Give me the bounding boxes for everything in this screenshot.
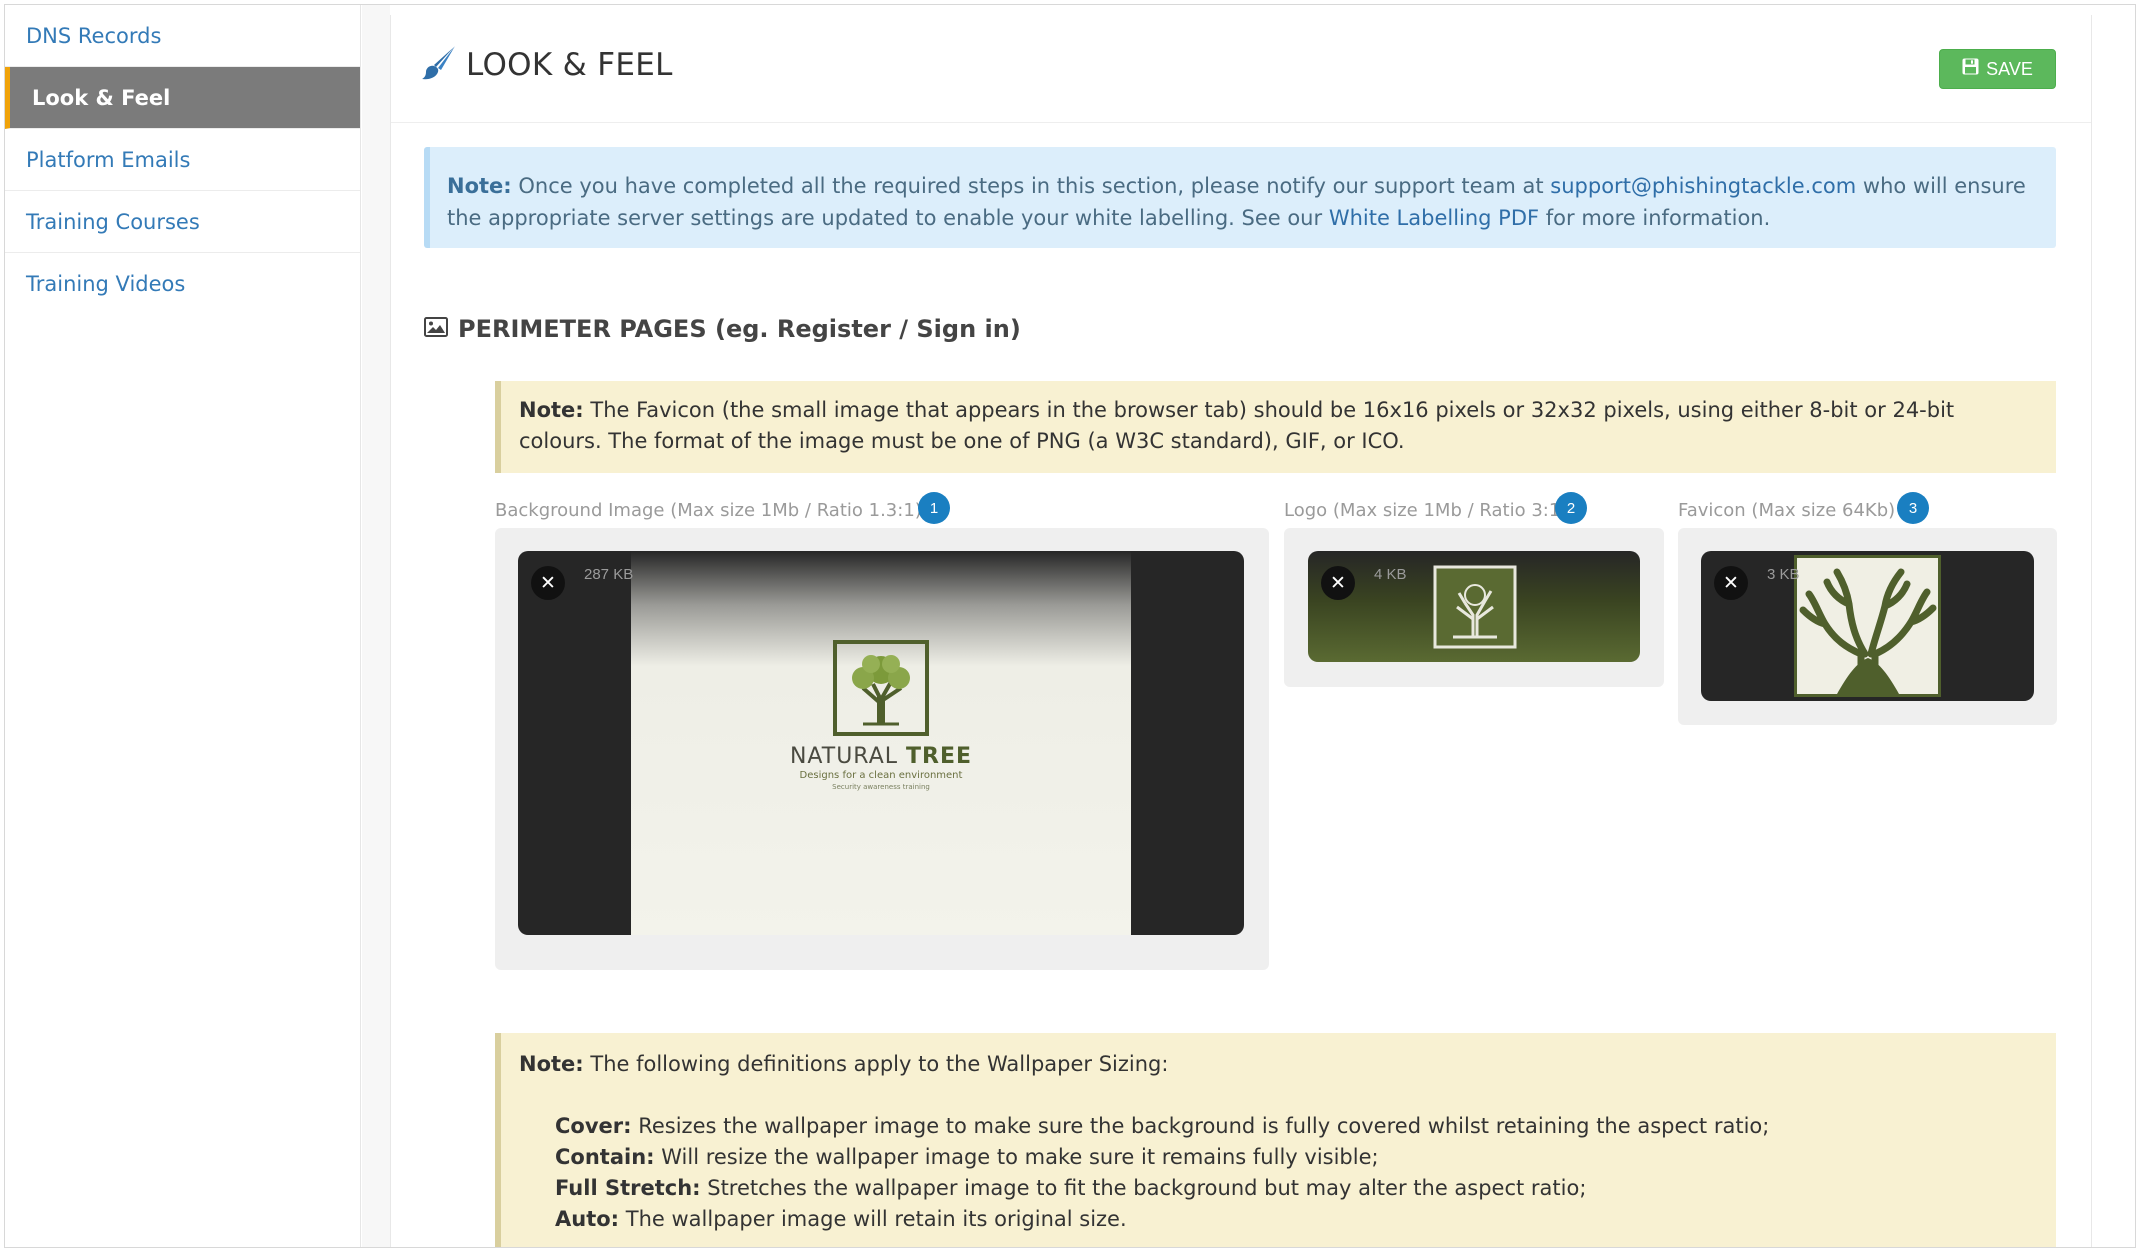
favicon-thumbnail [1794,555,1941,698]
remove-background-image-button[interactable]: ✕ [531,566,565,600]
logo-label: Logo (Max size 1Mb / Ratio 3:1) [1284,500,1568,521]
definition-term: Cover: [555,1114,632,1138]
note-label: Note: [447,174,512,198]
sidebar-item-platform-emails[interactable]: Platform Emails [5,129,360,191]
brand-subtag: Security awareness training [832,783,930,791]
definition-contain: Contain: Will resize the wallpaper image… [519,1142,2040,1173]
paint-brush-icon [422,45,456,85]
perimeter-pages-heading: PERIMETER PAGES (eg. Register / Sign in) [424,315,1021,343]
favicon-dropzone[interactable]: ✕ 3 KB [1678,528,2057,725]
save-button[interactable]: SAVE [1939,49,2056,89]
definition-cover: Cover: Resizes the wallpaper image to ma… [519,1111,2040,1142]
section-title: PERIMETER PAGES (eg. Register / Sign in) [458,315,1021,343]
sizing-note-intro: Note: The following definitions apply to… [519,1049,2040,1080]
background-image-dropzone[interactable]: NATURAL TREE Designs for a clean environ… [495,528,1269,970]
remove-favicon-button[interactable]: ✕ [1714,566,1748,600]
logo-preview: ✕ 4 KB [1308,551,1640,662]
content-gutter [362,5,390,1247]
favicon-note: Note: The Favicon (the small image that … [495,381,2056,473]
app-window: DNS Records Look & Feel Platform Emails … [4,4,2136,1248]
step-badge-1: 1 [918,492,950,524]
note-label: Note: [519,1052,584,1076]
brand-name-bold: TREE [906,744,973,769]
background-image-label: Background Image (Max size 1Mb / Ratio 1… [495,500,922,521]
remove-logo-button[interactable]: ✕ [1321,566,1355,600]
support-email-link[interactable]: support@phishingtackle.com [1550,174,1856,198]
white-labelling-note: Note: Once you have completed all the re… [424,147,2056,248]
definition-text: The wallpaper image will retain its orig… [619,1207,1127,1231]
logo-thumbnail [1433,565,1517,653]
note-text: The Favicon (the small image that appear… [519,398,1955,453]
white-labelling-pdf-link[interactable]: White Labelling PDF [1329,206,1539,230]
file-size: 3 KB [1767,566,1800,583]
sidebar-item-training-videos[interactable]: Training Videos [5,253,360,315]
step-badge-3: 3 [1897,492,1929,524]
panel-header: LOOK & FEEL SAVE [391,15,2091,123]
wallpaper-sizing-note: Note: The following definitions apply to… [495,1033,2056,1247]
definition-text: Stretches the wallpaper image to fit the… [700,1176,1587,1200]
sidebar-item-label: Platform Emails [26,147,191,172]
file-size: 4 KB [1374,566,1407,583]
image-icon [424,315,448,343]
brand-tagline: Designs for a clean environment [799,770,963,781]
definition-term: Full Stretch: [555,1176,701,1200]
save-button-label: SAVE [1986,58,2033,79]
main-panel: LOOK & FEEL SAVE Note: Once you have com… [390,15,2092,1247]
step-badge-2: 2 [1555,492,1587,524]
definition-text: Resizes the wallpaper image to make sure… [631,1114,1770,1138]
definition-text: Will resize the wallpaper image to make … [654,1145,1379,1169]
brand-name: NATURAL [789,744,899,769]
sidebar-item-label: DNS Records [26,23,162,48]
note-text: The following definitions apply to the W… [583,1052,1169,1076]
definition-auto: Auto: The wallpaper image will retain it… [519,1204,2040,1235]
file-size: 287 KB [584,566,634,583]
definition-term: Contain: [555,1145,655,1169]
sidebar-item-dns-records[interactable]: DNS Records [5,5,360,67]
favicon-preview: ✕ 3 KB [1701,551,2034,701]
tree-icon [1799,568,1937,698]
tree-logo-icon [833,640,929,736]
note-text: Once you have completed all the required… [511,174,1551,198]
favicon-label: Favicon (Max size 64Kb) [1678,500,1896,521]
sidebar-item-label: Look & Feel [32,85,171,110]
sidebar-item-label: Training Videos [26,272,186,296]
page-title-group: LOOK & FEEL [422,45,673,85]
note-text: for more information. [1539,206,1771,230]
natural-tree-artwork: NATURAL TREE Designs for a clean environ… [631,640,1131,791]
floppy-disk-icon [1962,58,1979,80]
definition-full-stretch: Full Stretch: Stretches the wallpaper im… [519,1173,2040,1204]
sidebar: DNS Records Look & Feel Platform Emails … [5,5,361,1247]
background-image-preview: NATURAL TREE Designs for a clean environ… [518,551,1244,935]
page-title: LOOK & FEEL [466,47,673,83]
sidebar-item-look-and-feel[interactable]: Look & Feel [5,67,360,129]
note-label: Note: [519,398,584,422]
sidebar-item-training-courses[interactable]: Training Courses [5,191,360,253]
logo-dropzone[interactable]: ✕ 4 KB [1284,528,1664,687]
definition-term: Auto: [555,1207,620,1231]
tree-logo-icon [1433,565,1517,649]
sidebar-item-label: Training Courses [26,209,200,234]
